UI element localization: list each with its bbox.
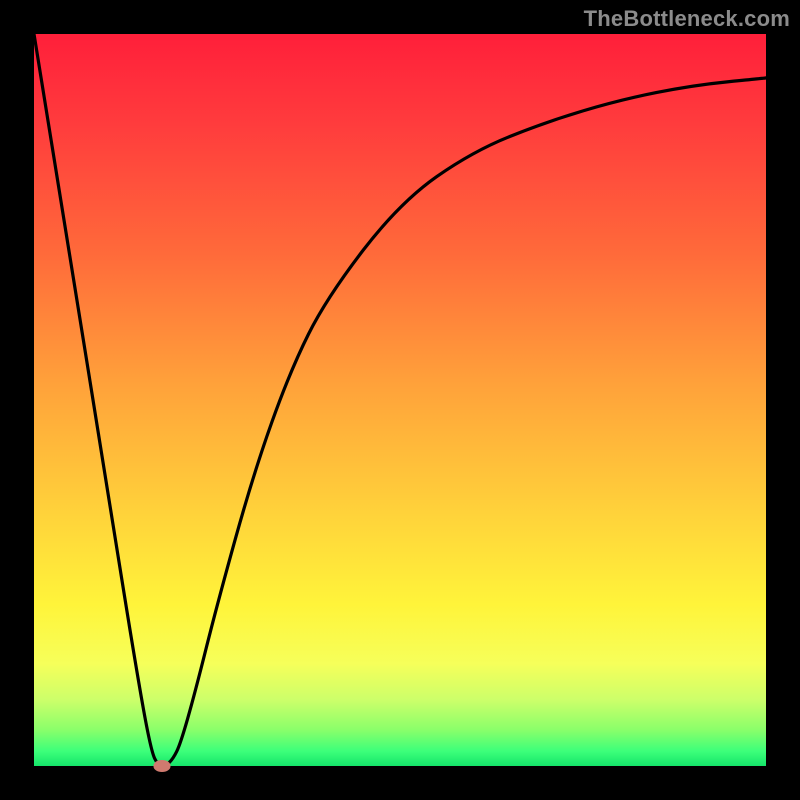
bottleneck-curve <box>34 34 766 766</box>
watermark-label: TheBottleneck.com <box>584 6 790 32</box>
minimum-marker <box>154 760 171 772</box>
chart-frame: TheBottleneck.com <box>0 0 800 800</box>
plot-area <box>34 34 766 766</box>
